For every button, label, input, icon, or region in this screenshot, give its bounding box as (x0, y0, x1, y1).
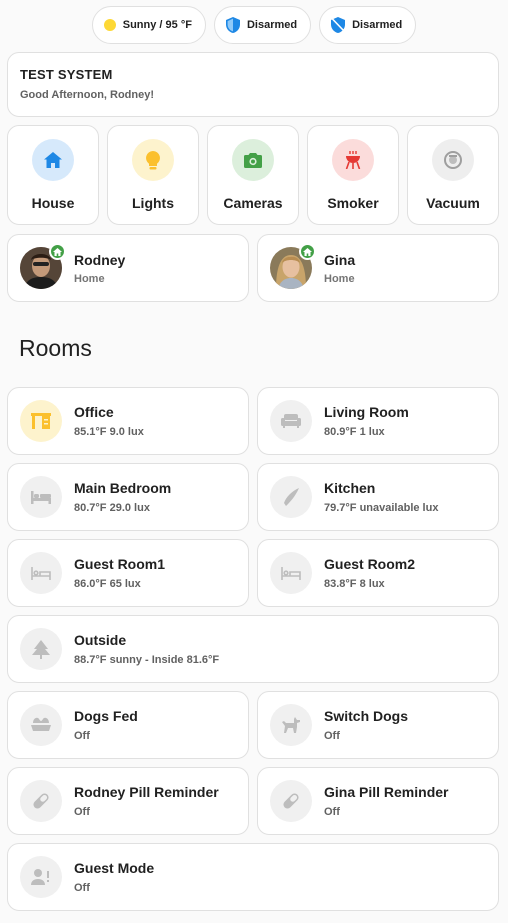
bed-icon (20, 476, 62, 518)
bed-outline-icon (270, 552, 312, 594)
dog-icon (270, 704, 312, 746)
header-chips: Sunny / 95 °F Disarmed Disarmed (0, 6, 508, 44)
pill-icon (20, 780, 62, 822)
system-title: TEST SYSTEM (20, 67, 113, 82)
pine-tree-icon (20, 628, 62, 670)
room-state: 79.7°F unavailable lux (324, 502, 439, 514)
avatar (270, 243, 316, 289)
room-main-bedroom[interactable]: Main Bedroom 80.7°F 29.0 lux (7, 463, 249, 531)
tile-smoker[interactable]: Smoker (307, 125, 399, 225)
alarm-label-2: Disarmed (352, 19, 403, 31)
shield-check-icon (225, 17, 240, 33)
tile-vacuum[interactable]: Vacuum (407, 125, 499, 225)
pill-icon (270, 780, 312, 822)
rooms-heading: Rooms (19, 335, 92, 361)
room-name: Outside (74, 632, 127, 648)
weather-label: Sunny / 95 °F (122, 19, 192, 31)
account-alert-icon (20, 856, 62, 898)
weather-chip[interactable]: Sunny / 95 °F (91, 6, 206, 44)
knife-icon (270, 476, 312, 518)
toggle-name: Dogs Fed (74, 708, 138, 724)
tile-label: Cameras (223, 195, 283, 211)
room-kitchen[interactable]: Kitchen 79.7°F unavailable lux (257, 463, 499, 531)
tile-label: Smoker (327, 195, 379, 211)
welcome-card: TEST SYSTEM Good Afternoon, Rodney! (7, 52, 499, 117)
room-outside[interactable]: Outside 88.7°F sunny - Inside 81.6°F (7, 615, 499, 683)
room-name: Main Bedroom (74, 480, 172, 496)
person-state: Home (74, 272, 105, 285)
toggle-state: Off (74, 730, 90, 742)
room-living-room[interactable]: Living Room 80.9°F 1 lux (257, 387, 499, 455)
avatar (20, 243, 66, 289)
tile-label: House (31, 195, 75, 211)
room-state: 80.9°F 1 lux (324, 426, 385, 438)
room-guest-room2[interactable]: Guest Room2 83.8°F 8 lux (257, 539, 499, 607)
robot-vacuum-icon (432, 139, 474, 181)
room-guest-room1[interactable]: Guest Room1 86.0°F 65 lux (7, 539, 249, 607)
home-icon (32, 139, 74, 181)
room-name: Guest Room2 (324, 556, 416, 572)
desk-icon (20, 400, 62, 442)
toggle-state: Off (74, 806, 90, 818)
shield-off-icon (331, 17, 346, 33)
person-state: Home (324, 272, 355, 285)
room-name: Kitchen (324, 480, 376, 496)
toggle-switch-dogs[interactable]: Switch Dogs Off (257, 691, 499, 759)
person-rodney[interactable]: Rodney Home (7, 234, 249, 302)
toggle-name: Gina Pill Reminder (324, 784, 449, 800)
room-state: 83.8°F 8 lux (324, 578, 385, 590)
toggle-name: Guest Mode (74, 860, 155, 876)
room-state: 86.0°F 65 lux (74, 578, 141, 590)
toggle-dogs-fed[interactable]: Dogs Fed Off (7, 691, 249, 759)
bed-outline-icon (20, 552, 62, 594)
tile-cameras[interactable]: Cameras (207, 125, 299, 225)
lightbulb-icon (132, 139, 174, 181)
tile-lights[interactable]: Lights (107, 125, 199, 225)
alarm-chip-1[interactable]: Disarmed (213, 6, 312, 44)
toggle-guest-mode[interactable]: Guest Mode Off (7, 843, 499, 911)
room-office[interactable]: Office 85.1°F 9.0 lux (7, 387, 249, 455)
toggle-rodney-pill-reminder[interactable]: Rodney Pill Reminder Off (7, 767, 249, 835)
alarm-label-1: Disarmed (246, 19, 298, 31)
camera-icon (232, 139, 274, 181)
home-badge-icon (49, 243, 66, 260)
grill-icon (332, 139, 374, 181)
room-state: 88.7°F sunny - Inside 81.6°F (74, 654, 220, 666)
room-name: Guest Room1 (74, 556, 166, 572)
dog-bowl-icon (20, 704, 62, 746)
sofa-icon (270, 400, 312, 442)
room-name: Living Room (324, 404, 409, 420)
alarm-chip-2[interactable]: Disarmed (319, 6, 417, 44)
toggle-gina-pill-reminder[interactable]: Gina Pill Reminder Off (257, 767, 499, 835)
toggle-state: Off (74, 882, 90, 894)
room-state: 85.1°F 9.0 lux (74, 426, 144, 438)
home-badge-icon (299, 243, 316, 260)
tile-house[interactable]: House (7, 125, 99, 225)
sun-icon (103, 19, 116, 31)
room-name: Office (74, 404, 114, 420)
person-name: Rodney (74, 251, 126, 268)
greeting-text: Good Afternoon, Rodney! (20, 89, 155, 101)
room-state: 80.7°F 29.0 lux (74, 502, 150, 514)
person-gina[interactable]: Gina Home (257, 234, 499, 302)
person-name: Gina (324, 251, 356, 268)
tile-label: Vacuum (426, 195, 480, 211)
toggle-name: Rodney Pill Reminder (74, 784, 219, 800)
toggle-name: Switch Dogs (324, 708, 409, 724)
toggle-state: Off (324, 806, 340, 818)
toggle-state: Off (324, 730, 340, 742)
tile-label: Lights (132, 195, 174, 211)
